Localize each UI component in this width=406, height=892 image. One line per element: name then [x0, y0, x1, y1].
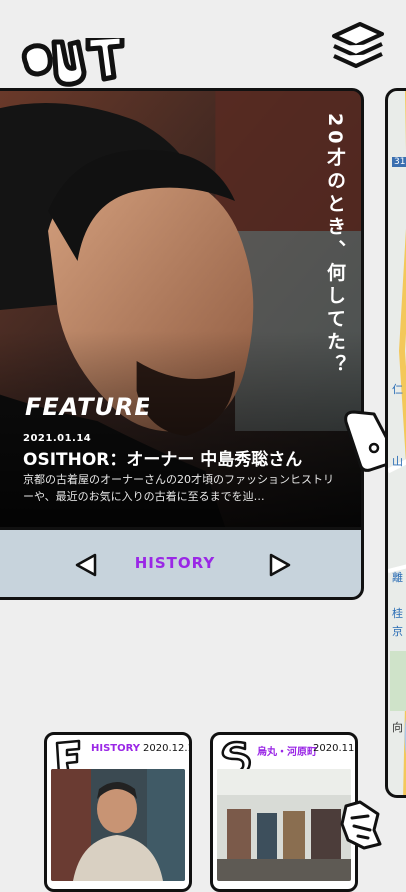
feature-date: 2021.01.14	[23, 433, 92, 444]
map-roads	[388, 91, 406, 795]
feature-card[interactable]: 20才のとき、何してた？ FEATURE 2021.01.14 OSITHOR：…	[0, 88, 364, 600]
feature-label-logo: FEATURE	[25, 393, 149, 421]
map-preview[interactable]: 31 仁 山 離 桂 京 向	[385, 88, 406, 798]
article-card[interactable]: 烏丸・河原町 2020.11.30	[210, 732, 358, 892]
feature-nav-bar: HISTORY	[0, 527, 361, 597]
article-date: 2020.11.30	[313, 743, 358, 754]
article-date: 2020.12.17	[143, 743, 189, 754]
article-category: HISTORY	[91, 743, 141, 754]
article-photo	[217, 769, 351, 881]
feature-title[interactable]: OSITHOR：オーナー 中島秀聡さん	[23, 445, 302, 470]
feature-description: 京都の古着屋のオーナーさんの20才頃のファッションヒストリーや、最近のお気に入り…	[23, 473, 334, 503]
layers-menu-icon[interactable]	[330, 20, 386, 72]
article-photo	[51, 769, 185, 881]
article-category: 烏丸・河原町	[257, 747, 317, 758]
feature-label-text: FEATURE	[25, 393, 149, 421]
feature-vertical-caption: 20才のとき、何してた？	[324, 113, 346, 378]
kyoto-badge-icon[interactable]	[338, 800, 382, 850]
map-label: 仁	[392, 383, 403, 396]
map-label: 向	[392, 721, 403, 734]
article-card[interactable]: HISTORY 2020.12.17	[44, 732, 192, 892]
map-label: 桂	[392, 607, 403, 620]
map-label: 山	[392, 455, 403, 468]
map-label: 離	[392, 571, 403, 584]
triangle-right-icon[interactable]	[267, 552, 293, 578]
map-label: 京	[392, 625, 403, 638]
history-label[interactable]: HISTORY	[0, 554, 361, 572]
map-label: 31	[392, 157, 406, 167]
